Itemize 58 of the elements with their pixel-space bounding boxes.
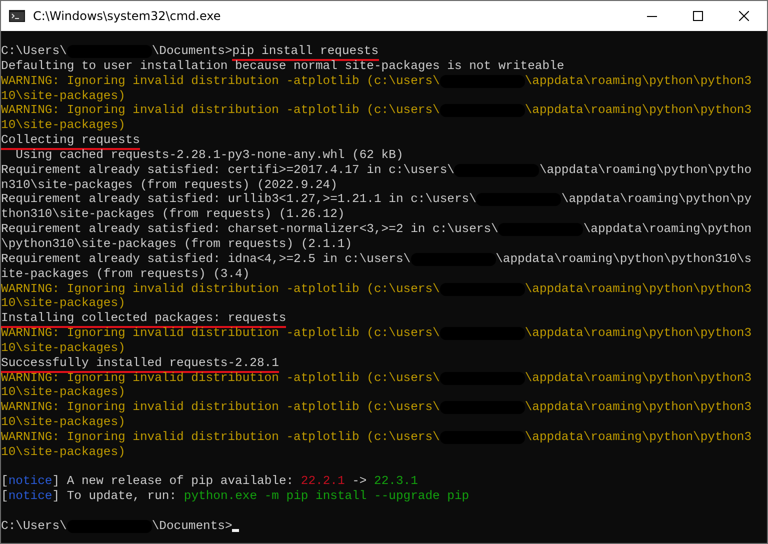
underlined-console-text: Installing collected packages: requests <box>1 311 286 328</box>
window-title: C:\Windows\system32\cmd.exe <box>33 9 222 23</box>
console-text: 10\site-packages) <box>1 415 126 430</box>
console-text: [ <box>1 489 8 504</box>
console-text: \Documents> <box>152 44 232 59</box>
underlined-console-text: Successfully installed requests-2.28.1 <box>1 356 279 373</box>
console-text: 10\site-packages) <box>1 88 126 104</box>
console-text: C:\Users\ <box>1 44 67 59</box>
console-text: \appdata\roaming\python\python3 <box>524 282 752 296</box>
console-text: Requirement already satisfied: idna<4,>=2.5 in c:\users\ <box>1 252 411 267</box>
maximize-icon <box>693 11 703 21</box>
console-text: python.exe -m pip install --upgrade pip <box>184 489 470 504</box>
console-text: \appdata\roaming\python <box>583 222 752 237</box>
console-text: 22.3.1 <box>374 474 418 490</box>
console-text: Defaulting to user installation because normal site-packages is not writeable <box>1 58 564 74</box>
console-text: Requirement already satisfied: certifi>=2017.4.17 in c:\users\ <box>1 162 454 178</box>
text-cursor <box>232 529 240 532</box>
console-text: Using cached requests-2.28.1-py3-none-any.whl (62 kB) <box>14 148 404 163</box>
console-text: notice <box>8 474 52 490</box>
console-text: 10\site-packages) <box>1 296 126 312</box>
console-text: WARNING: Ignoring invalid distribution -atplotlib (c:\users\ <box>1 370 440 386</box>
console-text: 10\site-packages) <box>1 444 126 460</box>
console-text: ] A new release of pip available: <box>52 474 295 490</box>
console-text: 22.2.1 <box>300 474 345 490</box>
console-text: \appdata\roaming\python\py <box>561 192 752 208</box>
console-text: \appdata\roaming\python\python3 <box>524 326 752 341</box>
console-text: \python310\site-packages (from requests) (2.1.1) <box>1 236 352 252</box>
console-text: \appdata\roaming\python\python3 <box>524 370 752 386</box>
console-text: \appdata\roaming\python\pytho <box>539 162 752 178</box>
console-text: WARNING: Ignoring invalid distribution -atplotlib (c:\users\ <box>1 282 440 296</box>
console-text: \appdata\roaming\python\python3 <box>524 430 752 445</box>
close-icon <box>739 11 749 21</box>
console-text: thon310\site-packages (from requests) (1.26.12) <box>1 207 345 222</box>
console-text: \Documents> <box>152 519 232 534</box>
console-text: WARNING: Ignoring invalid distribution -atplotlib (c:\users\ <box>1 326 440 341</box>
console-text: notice <box>8 489 52 504</box>
console-app-icon <box>9 10 25 22</box>
console-text: \appdata\roaming\python\python310\s <box>496 252 752 267</box>
console-text: Requirement already satisfied: charset-normalizer<3,>=2 in c:\users\ <box>1 222 498 237</box>
console-text: WARNING: Ignoring invalid distribution -atplotlib (c:\users\ <box>1 103 440 118</box>
console-text: 10\site-packages) <box>1 340 126 356</box>
console-text: \appdata\roaming\python\python3 <box>524 103 752 118</box>
console-text: ite-packages (from requests) (3.4) <box>1 266 250 282</box>
console-text: 10\site-packages) <box>1 118 126 134</box>
console-text: [ <box>1 474 8 490</box>
console-text: C:\Users\ <box>1 519 67 534</box>
underlined-console-text: pip install requests <box>232 44 379 61</box>
console-text: WARNING: Ignoring invalid distribution -atplotlib (c:\users\ <box>1 74 440 89</box>
console-text: WARNING: Ignoring invalid distribution -atplotlib (c:\users\ <box>1 400 440 416</box>
console-text: n310\site-packages (from requests) (2022.9.24) <box>1 178 338 192</box>
console-text: 10\site-packages) <box>1 385 126 400</box>
underlined-console-text: Collecting requests <box>1 133 140 150</box>
console-text: \appdata\roaming\python\python3 <box>524 400 752 416</box>
console-text: WARNING: Ignoring invalid distribution -atplotlib (c:\users\ <box>1 430 440 445</box>
console-text: Requirement already satisfied: urllib3<1.27,>=1.21.1 in c:\users\ <box>1 192 476 208</box>
console-text: ] To update, run: <box>52 489 178 504</box>
console-text: -> <box>351 474 368 490</box>
console-text: \appdata\roaming\python\python3 <box>524 74 752 89</box>
